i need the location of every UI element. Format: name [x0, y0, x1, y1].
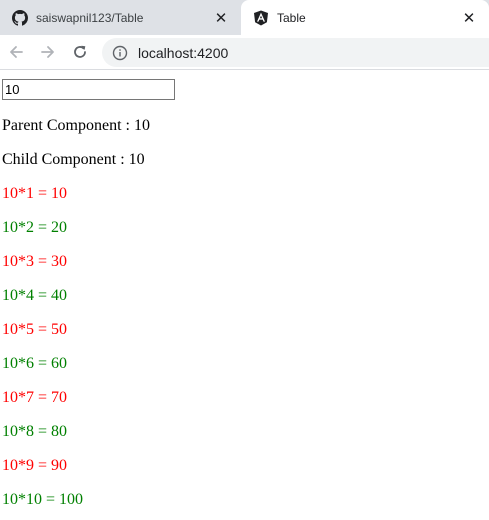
- tab-table[interactable]: Table ✕: [241, 0, 489, 35]
- table-row: 10*4 = 40: [2, 287, 68, 304]
- parent-component-label: Parent Component : 10: [2, 117, 150, 134]
- close-tab-icon[interactable]: ✕: [461, 10, 477, 27]
- table-row: 10*7 = 70: [2, 389, 68, 406]
- table-row: 10*3 = 30: [2, 253, 68, 270]
- table-row: 10*5 = 50: [2, 321, 68, 338]
- tab-title: saiswapnil123/Table: [36, 10, 144, 25]
- github-icon: [12, 9, 28, 26]
- url-text: localhost:4200: [138, 44, 229, 61]
- table-row: 10*1 = 10: [2, 185, 68, 202]
- forward-icon[interactable]: [36, 40, 60, 64]
- table-row: 10*9 = 90: [2, 457, 68, 474]
- close-tab-icon[interactable]: ✕: [213, 10, 229, 27]
- angular-icon: [253, 10, 269, 26]
- child-component-label: Child Component : 10: [2, 151, 145, 168]
- back-icon[interactable]: [4, 40, 28, 64]
- address-bar[interactable]: localhost:4200: [102, 38, 489, 67]
- table-row: 10*8 = 80: [2, 423, 68, 440]
- reload-icon[interactable]: [68, 40, 92, 64]
- tab-github[interactable]: saiswapnil123/Table ✕: [0, 0, 241, 35]
- tab-strip: saiswapnil123/Table ✕ Table ✕: [0, 0, 489, 35]
- browser-toolbar: localhost:4200: [0, 35, 489, 70]
- info-icon[interactable]: [112, 45, 128, 61]
- table-row: 10*6 = 60: [2, 355, 68, 372]
- table-row: 10*2 = 20: [2, 219, 68, 236]
- tab-title: Table: [277, 10, 306, 25]
- number-input[interactable]: [2, 79, 175, 100]
- table-row: 10*10 = 100: [2, 491, 84, 508]
